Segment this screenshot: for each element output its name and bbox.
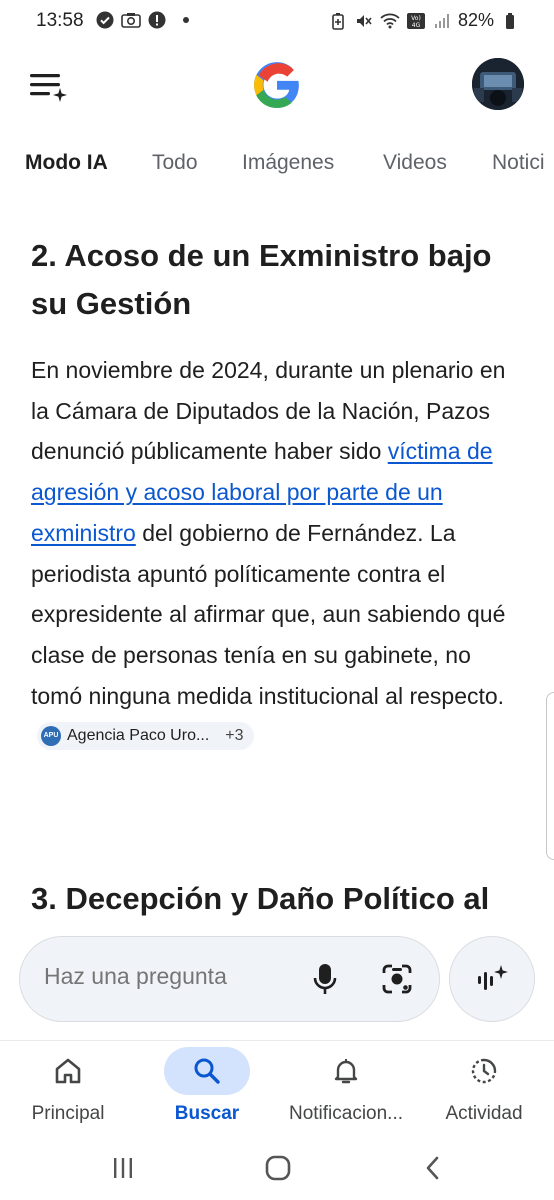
back-button[interactable] [413, 1150, 453, 1186]
mic-button[interactable] [310, 961, 340, 997]
section-2-paragraph: En noviembre de 2024, durante un plenari… [31, 350, 527, 757]
tab-imagenes[interactable]: Imágenes [242, 151, 334, 175]
svg-text:4G: 4G [412, 22, 421, 29]
dot-icon [183, 17, 189, 23]
tab-todo[interactable]: Todo [152, 151, 198, 175]
mute-icon [354, 11, 374, 31]
ai-answer-content: 2. Acoso de un Exministro bajo su Gestió… [31, 232, 527, 757]
search-tabs: Modo IA Todo Imágenes Videos Notici [0, 145, 554, 185]
tab-modo-ia[interactable]: Modo IA [25, 151, 108, 175]
recents-button[interactable] [103, 1150, 143, 1186]
status-right-icons: Vo) 4G 82% [328, 10, 520, 31]
home-button[interactable] [258, 1150, 298, 1186]
bell-icon [303, 1047, 389, 1095]
tab-noticias[interactable]: Notici [492, 151, 545, 175]
recents-icon [114, 1158, 132, 1178]
lens-button[interactable] [380, 961, 414, 997]
nav-principal-label: Principal [31, 1103, 105, 1124]
nav-notificaciones[interactable]: Notificacion... [276, 1041, 416, 1137]
ai-live-button[interactable] [449, 936, 535, 1022]
home-icon [25, 1047, 111, 1095]
source-logo: APU [41, 726, 61, 747]
back-chevron-icon [426, 1156, 439, 1180]
account-avatar[interactable] [472, 58, 524, 110]
signal-icon [432, 11, 452, 31]
google-logo[interactable] [252, 60, 302, 110]
app-bar [0, 50, 554, 120]
section-3-heading: 3. Decepción y Daño Político al [31, 881, 490, 916]
status-time: 13:58 [36, 10, 84, 31]
wifi-icon [380, 11, 400, 31]
nav-notificaciones-label: Notificacion... [288, 1103, 404, 1124]
mic-icon [313, 964, 337, 994]
battery-icon [500, 11, 520, 31]
check-circle-icon [95, 10, 115, 30]
nav-principal[interactable]: Principal [0, 1041, 138, 1137]
scroll-handle[interactable] [546, 692, 554, 860]
bottom-navigation: Principal Buscar Notificacion... Activid… [0, 1040, 554, 1136]
home-circle-icon [265, 1155, 291, 1181]
camera-icon [121, 10, 141, 30]
nav-buscar[interactable]: Buscar [137, 1041, 277, 1137]
activity-icon [441, 1047, 527, 1095]
alert-icon [147, 10, 167, 30]
source-chip[interactable]: APU Agencia Paco Uro... +3 [37, 722, 254, 751]
source-chip-more: +3 [225, 726, 244, 744]
sparkle-waveform-icon [478, 965, 508, 990]
battery-saver-icon [328, 11, 348, 31]
status-bar: 13:58 Vo) 4G 82% [0, 0, 554, 44]
volte-icon: Vo) 4G [406, 11, 426, 31]
system-navigation [0, 1136, 554, 1200]
section-2-heading: 2. Acoso de un Exministro bajo su Gestió… [31, 238, 492, 321]
status-left-icons [95, 10, 189, 30]
ask-input[interactable] [44, 963, 284, 990]
nav-buscar-label: Buscar [174, 1103, 240, 1124]
paragraph-text-end: del gobierno de Fernández. La periodista… [31, 519, 506, 709]
tab-videos[interactable]: Videos [383, 151, 447, 175]
nav-actividad-label: Actividad [445, 1103, 523, 1124]
search-icon [164, 1047, 250, 1095]
source-chip-label: Agencia Paco Uro... [67, 726, 210, 744]
ask-bar-area [0, 920, 554, 1040]
menu-sparkle-button[interactable] [28, 68, 68, 104]
svg-text:Vo): Vo) [411, 15, 421, 22]
nav-actividad[interactable]: Actividad [414, 1041, 554, 1137]
camera-lens-icon [382, 964, 412, 994]
battery-percent: 82% [457, 10, 494, 30]
menu-sparkle-icon [30, 74, 67, 102]
ask-bar[interactable] [19, 936, 440, 1022]
